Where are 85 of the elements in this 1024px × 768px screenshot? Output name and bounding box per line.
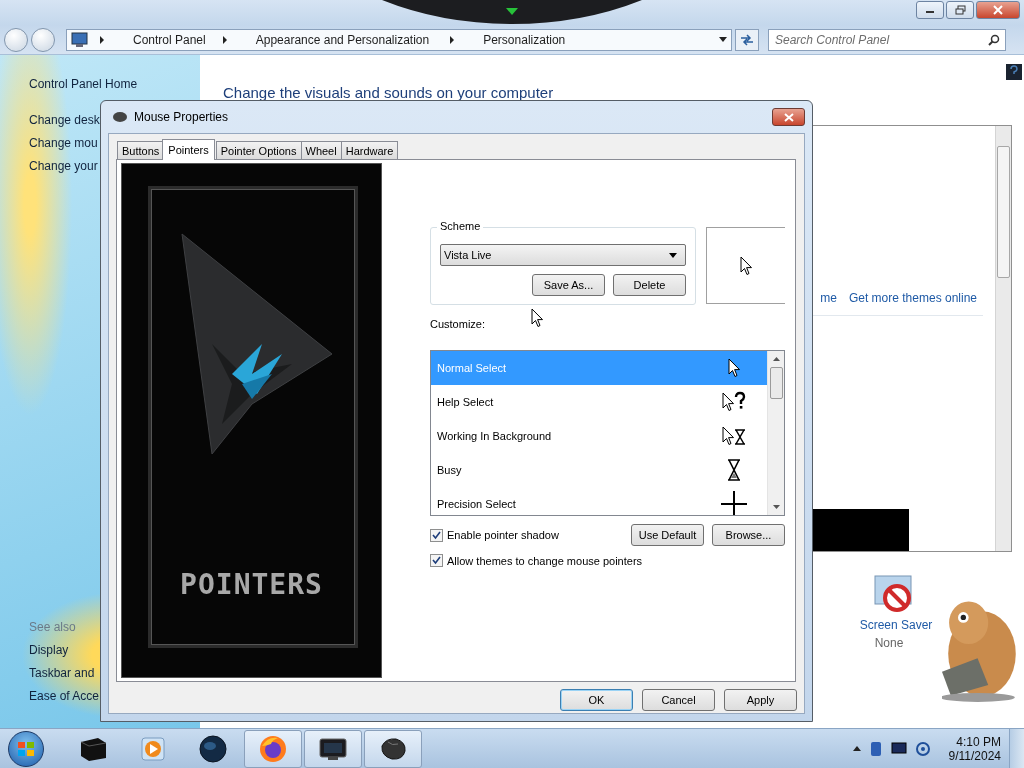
dropdown-arrow-icon <box>669 252 677 258</box>
crosshair-icon <box>721 491 747 515</box>
arrow-cursor-icon <box>727 358 741 378</box>
hourglass-icon <box>727 459 741 481</box>
scroll-up-icon[interactable] <box>772 357 780 361</box>
cursor-row[interactable]: Precision Select <box>431 487 767 515</box>
computer-icon <box>71 31 89 48</box>
checkmark-icon <box>432 530 441 540</box>
scroll-down-icon[interactable] <box>772 505 780 509</box>
scrollbar[interactable] <box>995 126 1011 551</box>
group-label: Scheme <box>437 220 484 232</box>
crumb-arrow-icon <box>99 35 105 44</box>
restore-icon <box>954 5 966 15</box>
caret-up-icon[interactable] <box>852 746 861 751</box>
crumb-arrow-icon <box>221 35 228 44</box>
customize-label: Customize: <box>430 318 487 330</box>
window-panes-icon <box>17 740 35 757</box>
back-button[interactable] <box>4 27 28 52</box>
mouse-icon <box>112 111 128 123</box>
fox-globe-icon <box>258 733 288 764</box>
sidebar-link[interactable]: Control Panel Home <box>29 77 200 100</box>
pointer-button[interactable]: Browse... <box>712 524 785 546</box>
search-icon <box>988 33 1000 46</box>
globe-icon <box>199 734 227 763</box>
address-field[interactable]: Control Panel Appearance and Personalization Personalization <box>66 28 732 51</box>
option-checkbox[interactable]: Allow themes to change mouse pointers <box>430 554 643 567</box>
minimize-button[interactable] <box>916 1 944 19</box>
working-cursor-icon <box>722 425 746 447</box>
scheme-button[interactable]: Delete <box>613 274 686 296</box>
play-icon <box>140 735 166 762</box>
cursor-row[interactable]: Help Select <box>431 385 767 419</box>
device-icon[interactable] <box>868 740 883 757</box>
breadcrumb-link[interactable]: Control Panel <box>133 32 206 47</box>
breadcrumb-link[interactable]: Appearance and Personalization <box>255 32 430 47</box>
tab[interactable]: Wheel <box>300 141 342 159</box>
scheme-dropdown[interactable]: Vista Live <box>440 244 686 266</box>
forward-button[interactable] <box>31 27 55 52</box>
start-button[interactable] <box>8 730 44 767</box>
dialog-button[interactable]: Apply <box>724 689 797 711</box>
close-icon <box>783 112 794 122</box>
dialog-button[interactable]: OK <box>560 689 633 711</box>
restore-button[interactable] <box>946 1 974 19</box>
screen-saver-link[interactable]: Screen Saver <box>859 618 933 632</box>
clock-time[interactable]: 4:10 PM <box>956 734 1001 749</box>
theme-link[interactable]: me <box>820 291 837 305</box>
box-icon <box>78 735 108 762</box>
scroll-thumb[interactable] <box>769 367 783 399</box>
pointer-button[interactable]: Use Default <box>631 524 704 546</box>
monitor-icon <box>318 736 348 761</box>
tab[interactable]: Pointer Options <box>215 141 302 159</box>
scrollbar[interactable] <box>767 351 784 515</box>
artwork-title: POINTERS <box>179 568 324 601</box>
tab[interactable]: Hardware <box>340 141 399 159</box>
checkmark-icon <box>432 556 441 565</box>
network-icon[interactable] <box>914 740 931 757</box>
dialog-title: Mouse Properties <box>134 110 229 124</box>
help-cursor-icon <box>722 391 746 413</box>
close-button[interactable] <box>976 1 1020 19</box>
refresh-icon <box>740 33 754 46</box>
theme-link[interactable]: Get more themes online <box>848 291 977 305</box>
mouse-icon <box>378 735 408 762</box>
display-icon[interactable] <box>890 741 907 756</box>
close-icon <box>993 5 1003 15</box>
taskbar-button[interactable] <box>304 729 362 768</box>
tab[interactable]: Pointers <box>162 139 215 160</box>
cursor-row[interactable]: Busy <box>431 453 767 487</box>
see-also-heading: See also <box>29 620 77 636</box>
screen-saver-value: None <box>874 636 904 650</box>
refresh-button[interactable] <box>735 28 759 51</box>
dropdown-arrow-icon <box>719 37 727 42</box>
breadcrumb-link[interactable]: Personalization <box>483 32 566 47</box>
dialog-button[interactable]: Cancel <box>642 689 715 711</box>
scroll-thumb[interactable] <box>997 146 1010 278</box>
option-checkbox[interactable]: Enable pointer shadow <box>430 528 559 542</box>
clock-date[interactable]: 9/11/2024 <box>948 748 1001 763</box>
tab[interactable]: Buttons <box>117 141 165 159</box>
arrow-cursor-icon <box>739 255 753 276</box>
scheme-button[interactable]: Save As... <box>532 274 605 296</box>
crumb-arrow-icon <box>449 35 456 44</box>
help-icon[interactable] <box>1006 64 1022 80</box>
mouse-pointer-icon <box>531 308 544 328</box>
search-field[interactable]: Search Control Panel <box>768 28 1006 51</box>
taskbar-button[interactable] <box>364 729 422 768</box>
cursor-row[interactable]: Working In Background <box>431 419 767 453</box>
close-button[interactable] <box>772 108 805 126</box>
